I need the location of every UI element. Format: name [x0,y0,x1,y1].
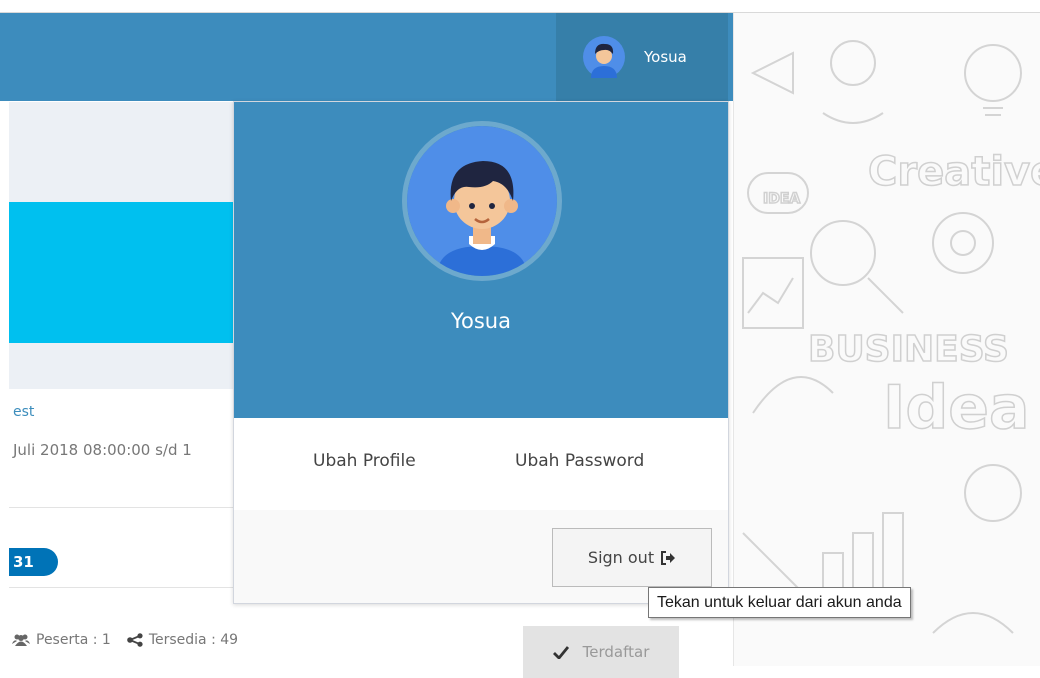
available-count: Tersedia : 49 [148,632,239,648]
sign-out-label: Sign out [587,548,655,567]
user-avatar-icon [583,36,625,78]
check-icon [552,645,569,659]
count-badge: 31 [9,548,58,576]
user-name: Yosua [644,48,687,66]
background-doodle: Creative IDEA BUSINESS Idea [733,13,1040,666]
users-icon [12,634,30,646]
registered-button[interactable]: Terdaftar [523,626,679,678]
sign-out-icon [661,550,676,565]
divider [9,587,233,588]
participants-count: Peserta : 1 [36,632,111,648]
user-body: Ubah Profile Ubah Password [234,418,728,511]
user-avatar-large [402,121,562,281]
doodle-word: BUSINESS [808,329,1009,370]
user-dropdown-menu: Yosua Ubah Profile Ubah Password Sign ou… [233,101,729,604]
doodle-word: Idea [883,373,1029,443]
edit-profile-link[interactable]: Ubah Profile [313,451,416,471]
user-menu-toggle[interactable]: Yosua [556,13,728,101]
event-title-link[interactable]: est [13,404,34,420]
dropdown-user-name: Yosua [450,309,511,333]
doodle-word: Creative [868,149,1040,195]
info-box [9,202,233,343]
change-password-link[interactable]: Ubah Password [515,451,644,471]
registered-label: Terdaftar [582,643,650,661]
top-navbar: Yosua [0,13,733,101]
divider [9,507,233,508]
event-date: Juli 2018 08:00:00 s/d 1 [13,441,192,459]
event-stats: Peserta : 1 Tersedia : 49 [12,632,238,648]
share-icon [127,633,143,647]
doodle-word: IDEA [763,191,800,207]
user-avatar-icon [407,126,557,276]
sign-out-button[interactable]: Sign out [552,528,712,587]
sign-out-tooltip: Tekan untuk keluar dari akun anda [648,587,911,618]
user-header: Yosua [234,102,728,418]
browser-top-edge [0,0,1040,13]
